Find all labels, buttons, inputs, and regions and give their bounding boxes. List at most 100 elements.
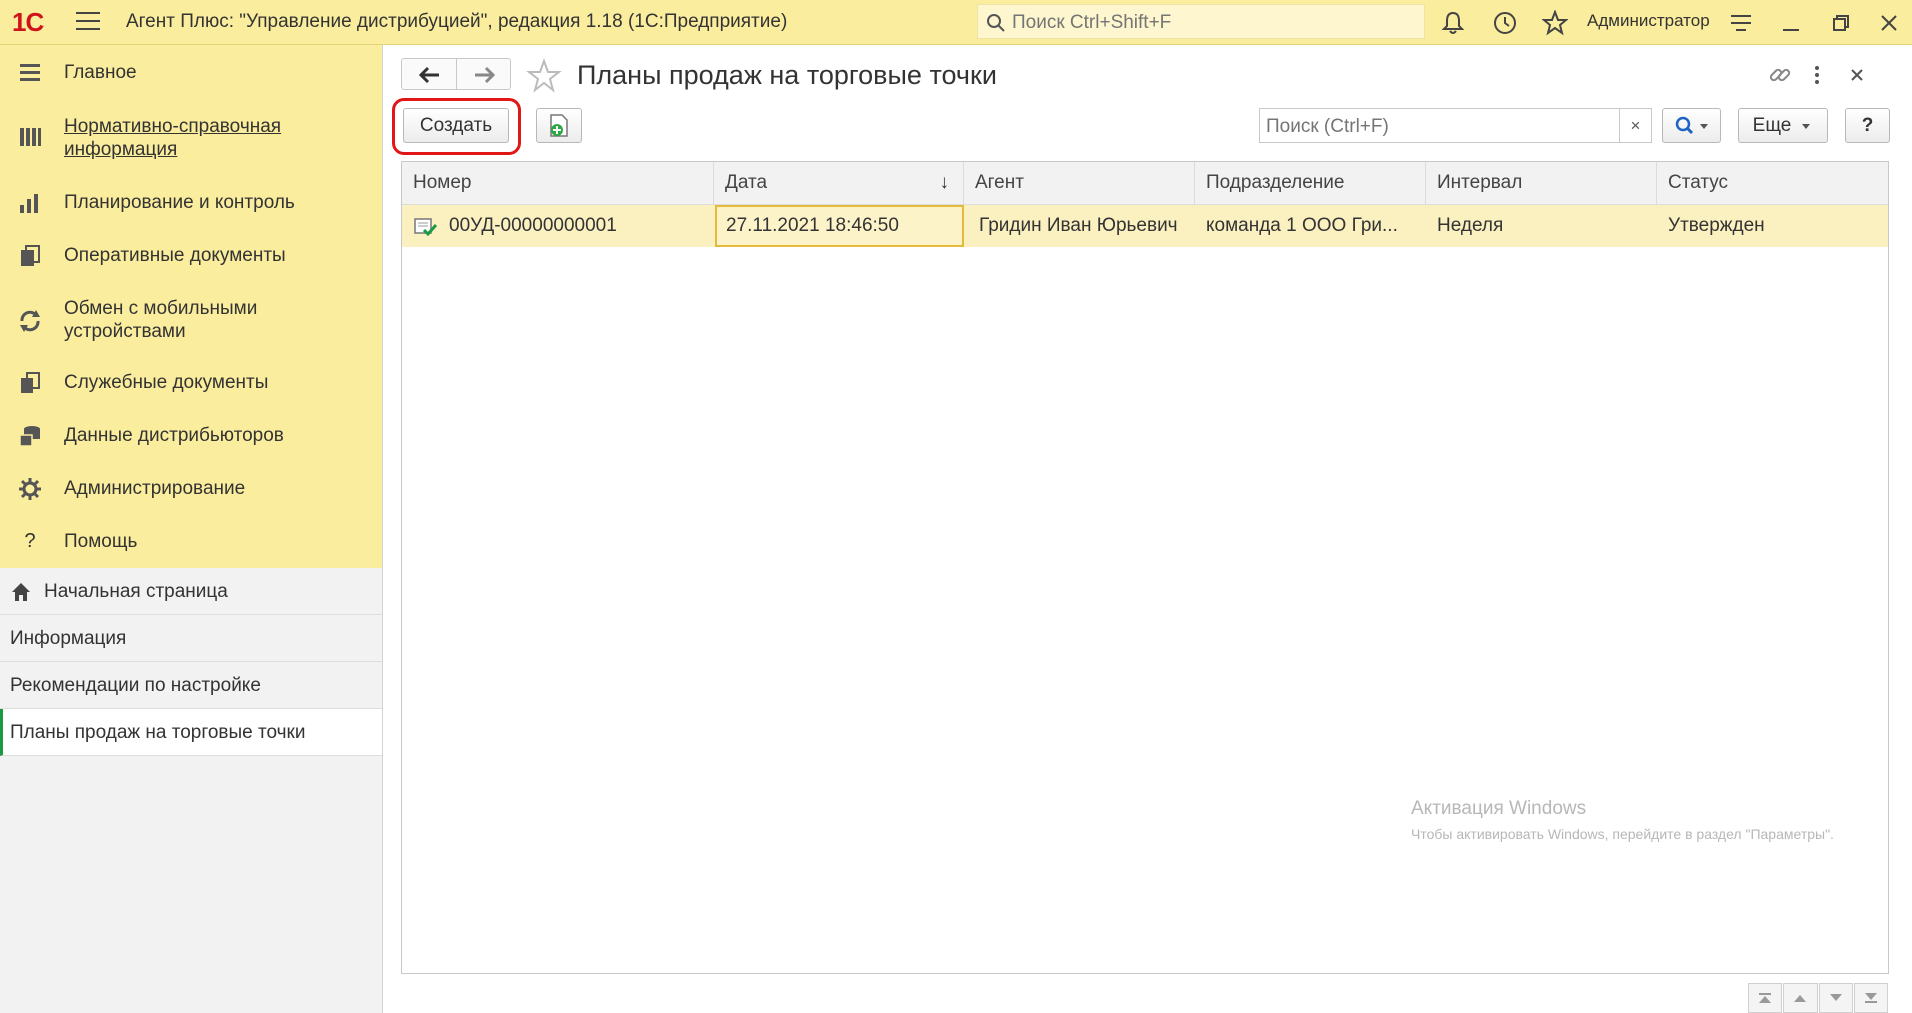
sales-plans-table: Номер Дата ↓ Агент Подразделение Интерва… xyxy=(401,161,1889,974)
windows-activation-watermark: Активация Windows Чтобы активировать Win… xyxy=(1411,798,1834,842)
section-planning[interactable]: Планирование и контроль xyxy=(0,189,382,217)
create-button[interactable]: Создать xyxy=(403,108,509,143)
restore-icon[interactable] xyxy=(1828,10,1854,36)
link-icon[interactable] xyxy=(1768,63,1792,87)
scroll-to-bottom-button[interactable] xyxy=(1853,983,1888,1013)
column-header-status[interactable]: Статус xyxy=(1657,162,1888,204)
cell-agent: Гридин Иван Юрьевич xyxy=(979,215,1178,236)
top-bar: 1С Агент Плюс: "Управление дистрибуцией"… xyxy=(0,0,1912,45)
open-window-label: Рекомендации по настройке xyxy=(10,675,261,696)
service-docs-icon xyxy=(21,372,40,393)
cell-interval: Неделя xyxy=(1437,215,1504,236)
scroll-down-button[interactable] xyxy=(1818,983,1853,1013)
copy-button[interactable] xyxy=(536,108,582,143)
section-label: Нормативно-справочная информация xyxy=(64,116,282,160)
open-windows-list: Начальная страница Информация Рекомендац… xyxy=(0,568,382,756)
open-window-recommendations[interactable]: Рекомендации по настройке xyxy=(0,662,382,709)
more-label: Еще xyxy=(1752,114,1792,136)
cell-number: 00УД-00000000001 xyxy=(402,205,714,247)
column-header-interval[interactable]: Интервал xyxy=(1426,162,1657,204)
open-window-sales-plans[interactable]: Планы продаж на торговые точки xyxy=(0,709,382,756)
open-window-home[interactable]: Начальная страница xyxy=(0,568,382,615)
sync-icon xyxy=(20,310,40,332)
chevron-down-icon xyxy=(1802,123,1811,129)
search-icon xyxy=(1675,116,1708,134)
app-logo: 1С xyxy=(12,7,44,37)
section-label: Служебные документы xyxy=(64,372,269,393)
section-label: Оперативные документы xyxy=(64,245,286,266)
section-label: Помощь xyxy=(64,531,138,552)
section-administration[interactable]: Администрирование xyxy=(0,475,382,503)
cell-division: команда 1 ООО Гри... xyxy=(1206,215,1398,236)
forward-arrow-icon[interactable] xyxy=(464,64,504,86)
sections-panel: Главное Нормативно-справочная информация… xyxy=(0,45,382,568)
cell-number-value: 00УД-00000000001 xyxy=(449,215,617,236)
search-options-button[interactable] xyxy=(1662,108,1721,143)
list-search-input[interactable] xyxy=(1264,113,1608,140)
help-button[interactable]: ? xyxy=(1845,108,1890,143)
home-icon xyxy=(12,583,30,601)
reference-icon xyxy=(20,128,41,146)
open-window-label: Информация xyxy=(10,628,127,649)
section-label: Администрирование xyxy=(64,478,246,499)
document-posted-icon xyxy=(414,218,438,237)
section-service-docs[interactable]: Служебные документы xyxy=(0,369,382,397)
more-button[interactable]: Еще xyxy=(1738,108,1828,143)
close-window-icon[interactable] xyxy=(1876,10,1902,36)
bell-icon[interactable] xyxy=(1440,10,1466,36)
table-row[interactable]: 00УД-00000000001 27.11.2021 18:46:50 Гри… xyxy=(402,205,1888,247)
menu-icon[interactable] xyxy=(76,12,100,32)
table-header: Номер Дата ↓ Агент Подразделение Интерва… xyxy=(402,162,1888,205)
scroll-bottom-icon xyxy=(1864,993,1877,1003)
sidebar: Главное Нормативно-справочная информация… xyxy=(0,45,383,1013)
column-header-date-label: Дата xyxy=(725,172,768,193)
close-icon[interactable] xyxy=(1845,63,1869,87)
page-title: Планы продаж на торговые точки xyxy=(577,60,997,90)
column-header-agent[interactable]: Агент xyxy=(964,162,1195,204)
scroll-up-icon xyxy=(1794,995,1807,1002)
more-vertical-icon[interactable] xyxy=(1805,63,1829,87)
chart-icon xyxy=(20,194,38,213)
scroll-to-top-button[interactable] xyxy=(1748,983,1783,1013)
favorite-star-icon[interactable] xyxy=(526,58,562,94)
add-document-icon xyxy=(550,113,568,137)
global-search-field[interactable] xyxy=(977,4,1425,39)
documents-icon xyxy=(21,245,40,266)
open-window-label: Планы продаж на торговые точки xyxy=(10,722,306,743)
watermark-title: Активация Windows xyxy=(1411,798,1587,819)
app-title: Агент Плюс: "Управление дистрибуцией", р… xyxy=(126,11,788,32)
cell-status: Утвержден xyxy=(1668,215,1765,236)
watermark-text: Чтобы активировать Windows, перейдите в … xyxy=(1411,826,1834,842)
favorites-star-icon[interactable] xyxy=(1542,10,1568,36)
scroll-down-icon xyxy=(1829,994,1842,1001)
open-window-label: Начальная страница xyxy=(44,581,228,602)
scroll-top-icon xyxy=(1759,993,1772,1003)
section-reference[interactable]: Нормативно-справочная информация xyxy=(0,113,382,161)
database-icon xyxy=(19,426,40,447)
clear-search-button[interactable]: × xyxy=(1619,109,1651,142)
section-operative-docs[interactable]: Оперативные документы xyxy=(0,242,382,270)
list-scroll-buttons xyxy=(1748,983,1889,1013)
section-mobile-exchange[interactable]: Обмен с мобильными устройствами xyxy=(0,295,382,343)
column-header-date[interactable]: Дата ↓ xyxy=(714,162,964,204)
scroll-up-button[interactable] xyxy=(1783,983,1818,1013)
section-main[interactable]: Главное xyxy=(0,59,382,87)
column-header-division[interactable]: Подразделение xyxy=(1195,162,1426,204)
back-arrow-icon[interactable] xyxy=(410,64,450,86)
user-name[interactable]: Администратор xyxy=(1587,11,1710,31)
section-help[interactable]: ? Помощь xyxy=(0,528,382,556)
column-header-number[interactable]: Номер xyxy=(402,162,714,204)
cell-date[interactable]: 27.11.2021 18:46:50 xyxy=(715,205,964,247)
main-panel: Планы продаж на торговые точки Создать ×… xyxy=(383,45,1912,1013)
list-search-field[interactable]: × xyxy=(1259,108,1652,143)
sort-descending-icon: ↓ xyxy=(939,172,950,193)
section-label: Данные дистрибьюторов xyxy=(64,425,284,446)
open-window-info[interactable]: Информация xyxy=(0,615,382,662)
section-label: Планирование и контроль xyxy=(64,192,295,213)
nav-buttons xyxy=(401,58,511,90)
minimize-icon[interactable] xyxy=(1778,10,1804,36)
history-icon[interactable] xyxy=(1492,10,1518,36)
section-distributor-data[interactable]: Данные дистрибьюторов xyxy=(0,422,382,450)
settings-lines-icon[interactable] xyxy=(1728,10,1754,36)
global-search-input[interactable] xyxy=(1010,9,1414,36)
